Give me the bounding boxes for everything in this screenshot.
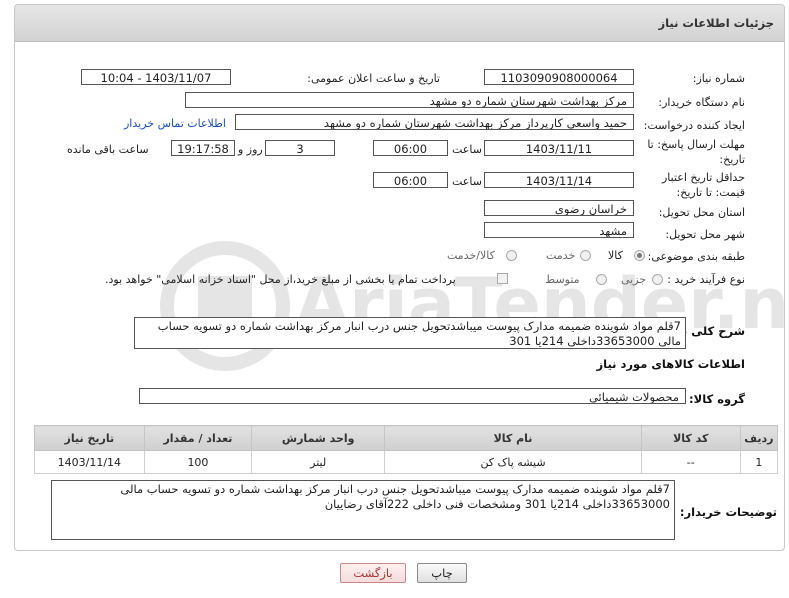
goods-table: ردیف کد کالا نام کالا واحد شمارش تعداد /… — [34, 425, 779, 474]
province-field: خراسان رضوی — [484, 200, 634, 216]
province-label: استان محل تحویل: — [658, 206, 745, 219]
treasury-payment-note: پرداخت تمام یا بخشی از مبلغ خرید،از محل … — [105, 273, 456, 286]
category-option-both: کالا/خدمت — [447, 249, 495, 262]
city-field: مشهد — [484, 222, 634, 238]
category-radio-service[interactable] — [580, 250, 591, 261]
goods-group-field: محصولات شیمیائی — [139, 388, 686, 404]
col-code: کد کالا — [640, 425, 741, 451]
buyer-notes-field: 7قلم مواد شوینده ضمیمه مدارک پیوست میباش… — [51, 480, 675, 540]
panel-title: جزئیات اطلاعات نیاز — [658, 16, 774, 30]
buyer-contact-link[interactable]: اطلاعات تماس خریدار — [124, 117, 226, 130]
reply-date-field: 1403/11/11 — [484, 140, 634, 156]
days-label: روز و — [238, 143, 263, 156]
cell-unit: لیتر — [251, 450, 386, 474]
cell-need-date: 1403/11/14 — [34, 450, 145, 474]
col-need-date: تاریخ نیاز — [34, 425, 145, 451]
cell-name: شیشه پاک کن — [384, 450, 642, 474]
need-number-label: شماره نیاز: — [692, 72, 745, 85]
category-radio-goods[interactable] — [634, 250, 645, 261]
panel-header: جزئیات اطلاعات نیاز — [15, 5, 784, 42]
cell-code: -- — [640, 450, 741, 474]
category-radio-both[interactable] — [506, 250, 517, 261]
buyer-org-label: نام دستگاه خریدار: — [658, 96, 745, 109]
process-radio-medium[interactable] — [596, 274, 607, 285]
requester-label: ایجاد کننده درخواست: — [643, 119, 745, 132]
price-validity-label: حداقل تاریخ اعتبار قیمت: تا تاریخ: — [661, 171, 745, 199]
col-name: نام کالا — [384, 425, 642, 451]
goods-section-title: اطلاعات کالاهای مورد نیاز — [596, 357, 745, 371]
announce-date-label: تاریخ و ساعت اعلان عمومی: — [307, 72, 440, 85]
city-label: شهر محل تحویل: — [665, 228, 745, 241]
description-field: 7قلم مواد شوینده ضمیمه مدارک پیوست میباش… — [134, 317, 686, 349]
process-option-medium: متوسط — [545, 273, 580, 286]
remaining-time-field: 19:17:58 — [171, 140, 235, 156]
print-button[interactable]: چاپ — [417, 563, 467, 583]
process-label: نوع فرآیند خرید : — [667, 273, 745, 286]
cell-quantity: 100 — [143, 450, 253, 474]
treasury-payment-checkbox[interactable] — [497, 273, 508, 284]
buyer-notes-label: توضیحات خریدار: — [679, 505, 777, 519]
category-option-service: خدمت — [546, 249, 576, 262]
reply-time-field: 06:00 — [373, 140, 448, 156]
price-time-label: ساعت — [452, 175, 482, 188]
category-option-goods: کالا — [608, 249, 623, 262]
table-row: 1 -- شیشه پاک کن لیتر 100 1403/11/14 — [34, 450, 779, 474]
need-number-field: 1103090908000064 — [484, 69, 634, 85]
cell-row: 1 — [739, 450, 779, 474]
goods-group-label: گروه کالا: — [689, 392, 745, 406]
col-row: ردیف — [739, 425, 779, 451]
buyer-org-field: مرکز بهداشت شهرستان شماره دو مشهد — [185, 92, 634, 108]
remaining-label: ساعت باقی مانده — [67, 143, 149, 156]
remaining-days-field: 3 — [265, 140, 335, 156]
price-date-field: 1403/11/14 — [484, 172, 634, 188]
process-option-minor: جزیی — [621, 273, 647, 286]
category-label: طبقه بندی موضوعی: — [647, 250, 745, 263]
back-button[interactable]: بازگشت — [340, 563, 406, 583]
process-radio-minor[interactable] — [652, 274, 663, 285]
reply-time-label: ساعت — [452, 143, 482, 156]
requester-field: حمید واسعی کارپرداز مرکز بهداشت شهرستان … — [235, 114, 634, 130]
col-quantity: تعداد / مقدار — [143, 425, 253, 451]
col-unit: واحد شمارش — [251, 425, 386, 451]
goods-table-header: ردیف کد کالا نام کالا واحد شمارش تعداد /… — [34, 425, 779, 451]
announce-date-field: 1403/11/07 - 10:04 — [81, 69, 231, 85]
price-time-field: 06:00 — [373, 172, 448, 188]
reply-deadline-label: مهلت ارسال پاسخ: تا تاریخ: — [647, 138, 745, 166]
